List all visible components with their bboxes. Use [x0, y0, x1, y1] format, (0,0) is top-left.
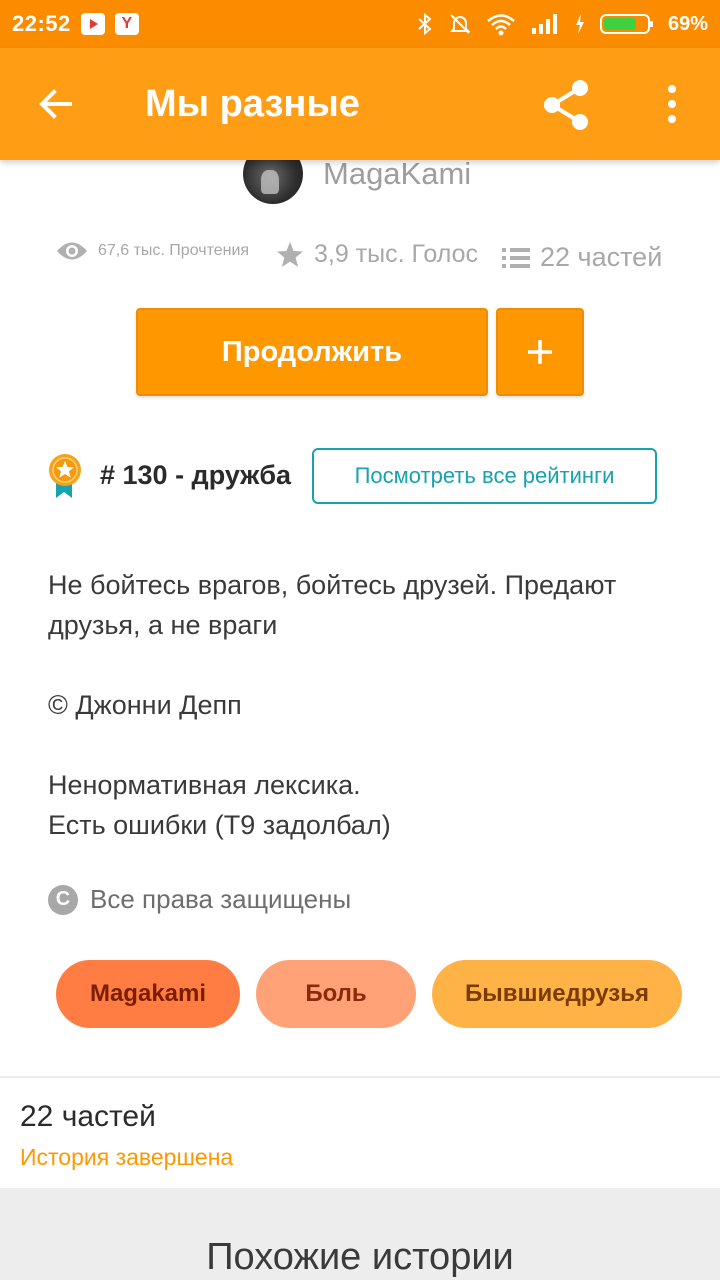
- story-warnings: Ненормативная лексика. Есть ошибки (Т9 з…: [48, 765, 391, 845]
- status-bar: 22:52 Y 69%: [0, 0, 720, 48]
- votes-stat: 3,9 тыс. Голос: [276, 240, 478, 269]
- battery-percent: 69%: [667, 12, 708, 35]
- wifi-icon: [487, 14, 515, 36]
- similar-stories-title: Похожие истории: [206, 1236, 514, 1278]
- tag-chip[interactable]: Бывшиедрузья: [432, 960, 682, 1028]
- add-to-library-button[interactable]: [496, 308, 584, 396]
- description-line: Ненормативная лексика.: [48, 770, 361, 800]
- section-divider: [0, 1076, 720, 1078]
- author-name[interactable]: MagaKami: [323, 156, 471, 192]
- battery-icon: [599, 14, 653, 34]
- reads-stat: 67,6 тыс. Прочтения: [56, 240, 249, 262]
- description-line: Есть ошибки (Т9 задолбал): [48, 810, 391, 840]
- copyright-notice: C Все права защищены: [48, 884, 351, 915]
- eye-icon: [57, 242, 87, 260]
- back-button[interactable]: [0, 48, 112, 160]
- description-line: Не бойтесь врагов, бойтесь друзей. Преда…: [48, 570, 617, 600]
- copyright-icon: C: [48, 884, 78, 915]
- list-icon: [502, 247, 530, 268]
- continue-reading-button[interactable]: Продолжить: [136, 308, 488, 396]
- votes-count: 3,9 тыс. Голос: [314, 240, 479, 268]
- back-arrow-icon: [39, 89, 72, 119]
- parts-section-count[interactable]: 22 частей: [20, 1100, 156, 1134]
- bluetooth-icon: [418, 12, 432, 36]
- parts-count-stat: 22 частей: [540, 242, 663, 272]
- story-title: Мы разные: [145, 82, 360, 125]
- parts-stat: 22 частей: [502, 242, 662, 273]
- star-icon: [277, 241, 303, 267]
- mute-alarm-icon: [449, 14, 471, 34]
- status-time: 22:52: [12, 11, 71, 36]
- ranking-label: # 130 - дружба: [100, 460, 292, 490]
- plus-icon: [528, 340, 552, 364]
- view-all-ratings-button[interactable]: Посмотреть все рейтинги: [312, 448, 657, 504]
- charging-icon: [575, 14, 584, 34]
- reads-count: 67,6 тыс. Прочтения: [98, 242, 250, 259]
- share-icon: [544, 80, 588, 130]
- more-vert-icon: [668, 85, 676, 123]
- ranking-medal-icon: [49, 454, 81, 498]
- share-button[interactable]: [540, 78, 594, 137]
- tag-chip[interactable]: Боль: [256, 960, 416, 1028]
- story-status: История завершена: [20, 1144, 234, 1170]
- story-description: Не бойтесь врагов, бойтесь друзей. Преда…: [48, 565, 616, 645]
- description-line: друзья, а не враги: [48, 610, 278, 640]
- more-options-button[interactable]: [660, 84, 684, 129]
- yandex-icon: Y: [114, 13, 139, 35]
- app-bar: Мы разные: [0, 48, 720, 160]
- copyright-text: Все права защищены: [90, 884, 352, 914]
- youtube-icon: [80, 13, 105, 35]
- tag-chip[interactable]: Magakami: [56, 960, 240, 1028]
- description-quote-author: © Джонни Депп: [48, 690, 242, 720]
- signal-icon: [531, 14, 557, 34]
